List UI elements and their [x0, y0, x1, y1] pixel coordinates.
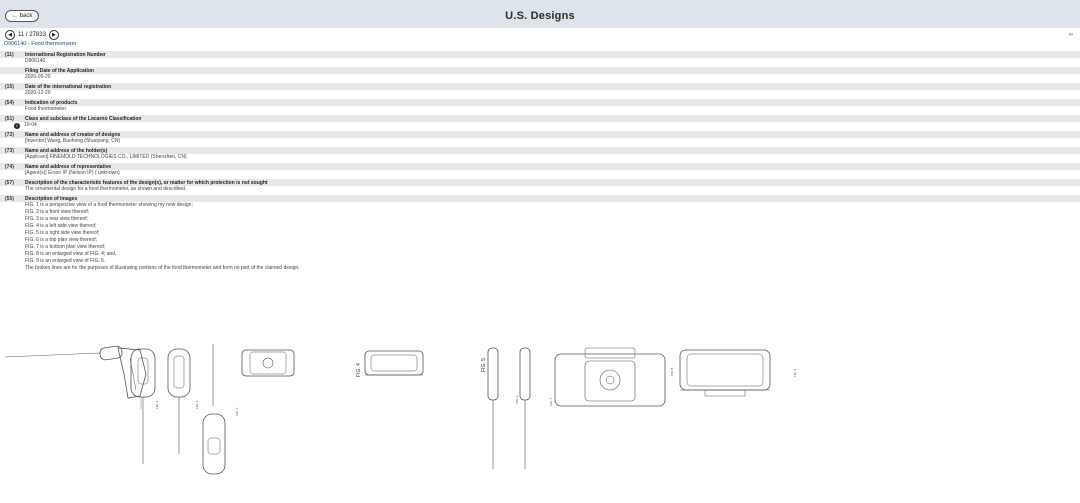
field-code: (57) [5, 179, 14, 186]
field-header: (57) Description of the characteristic fe… [0, 179, 1080, 186]
field-value: 2020-05-20 [25, 74, 51, 80]
field-header: (11) International Registration Number [0, 51, 1080, 58]
figure-label: FIG. 4 [356, 363, 362, 377]
figure-label: FIG. 5 [481, 358, 487, 372]
figure-1-drawing[interactable] [4, 345, 147, 399]
field-label: International Registration Number [25, 51, 106, 58]
figure-4-drawing[interactable] [364, 350, 424, 376]
pager-count: 11 / 27833 [18, 32, 46, 38]
field-filing-date: Filing Date of the Application 2020-05-2… [0, 67, 1080, 81]
figure-8-drawing[interactable] [554, 347, 666, 407]
page-title: U.S. Designs [505, 10, 575, 22]
field-code: (74) [5, 163, 14, 170]
figure-label: FIG. 8 [670, 367, 674, 376]
field-value: D906140 [25, 58, 46, 64]
figure-9-drawing[interactable] [679, 349, 771, 397]
design-drawings: FIG. 2 FIG. 3 FIG. 6 FIG. 4 FIG. 5 FIG. … [0, 344, 1080, 503]
field-label: Date of the international registration [25, 83, 112, 90]
figure-label: FIG. 7 [549, 397, 553, 406]
figure-3-drawing[interactable] [167, 348, 191, 454]
document-link[interactable]: D906140 - Food thermometer [4, 41, 76, 47]
field-code: (72) [5, 131, 14, 138]
image-description-line: FIG. 7 is a bottom plan view thereof; [25, 244, 106, 250]
figure-7-drawing[interactable] [519, 347, 531, 469]
figure-label: FIG. 6 [235, 407, 239, 416]
field-representative: (74) Name and address of representative [… [0, 163, 1080, 177]
field-code: (55) [5, 195, 14, 202]
image-description-list: FIG. 1 is a perspective view of a food t… [0, 202, 1080, 272]
field-label: Indication of products [25, 99, 78, 106]
bibliographic-fields: (11) International Registration Number D9… [0, 51, 1080, 274]
field-code: (51) [5, 115, 14, 122]
field-value: 2020-12-29 [25, 90, 51, 96]
field-value: [Applicant] FINEMOLD TECHNOLOGIES CO., L… [25, 154, 187, 160]
figure-label: FIG. 6 [515, 395, 519, 404]
image-description-line: FIG. 6 is a top plan view thereof; [25, 237, 97, 243]
field-label: Name and address of representative [25, 163, 112, 170]
field-header: Filing Date of the Application [0, 67, 1080, 74]
info-icon[interactable]: i [14, 122, 20, 129]
image-description-line: FIG. 4 is a left side view thereof; [25, 223, 97, 229]
field-value: [Inventor] Wang, Baohong (Shaoyang, CN) [25, 138, 121, 144]
image-description-line: The broken lines are for the purposes of… [25, 265, 300, 271]
figure-6-drawing[interactable] [202, 344, 226, 475]
image-description-line: FIG. 9 is an enlarged view of FIG. 5. [25, 258, 106, 264]
field-registration-number: (11) International Registration Number D9… [0, 51, 1080, 65]
field-label: Name and address of the holder(s) [25, 147, 108, 154]
figure-5-drawing[interactable] [487, 347, 499, 469]
figure-2-drawing[interactable] [130, 348, 156, 464]
field-header: (51) Class and subclass of the Locarno Cl… [0, 115, 1080, 122]
field-label: Class and subclass of the Locarno Classi… [25, 115, 142, 122]
prev-arrow-icon[interactable]: ◀ [5, 30, 15, 40]
field-value: The ornamental design for a food thermom… [25, 186, 187, 192]
external-link-icon[interactable]: ∞ [1069, 32, 1073, 38]
field-creator: (72) Name and address of creator of desig… [0, 131, 1080, 145]
field-value: Food thermometer [25, 106, 67, 112]
field-holder: (73) Name and address of the holder(s) [A… [0, 147, 1080, 161]
next-arrow-icon[interactable]: ▶ [48, 30, 59, 40]
field-header: (74) Name and address of representative [0, 163, 1080, 170]
figure-label: FIG. 3 [195, 400, 199, 409]
field-header: (15) Date of the international registrati… [0, 83, 1080, 90]
image-description-line: FIG. 3 is a rear view thereof; [25, 216, 89, 222]
field-label: Description of images [25, 195, 78, 202]
field-label: Name and address of creator of designs [25, 131, 121, 138]
field-value: i 10-04 [0, 122, 1080, 129]
field-label: Description of the characteristic featur… [25, 179, 268, 186]
field-locarno: (51) Class and subclass of the Locarno Cl… [0, 115, 1080, 129]
field-label: Filing Date of the Application [25, 67, 94, 74]
top-bar: ← back U.S. Designs [0, 0, 1080, 28]
field-header: (72) Name and address of creator of desig… [0, 131, 1080, 138]
image-description-line: FIG. 8 is an enlarged view of FIG. 4; an… [25, 251, 117, 257]
figure-label: FIG. 2 [155, 400, 159, 409]
field-code: (11) [5, 51, 14, 58]
image-description-line: FIG. 2 is a front view thereof; [25, 209, 90, 215]
figure-8-small-drawing[interactable] [241, 349, 295, 377]
image-description-line: FIG. 5 is a right side view thereof; [25, 230, 100, 236]
locarno-class: 10-04 [24, 122, 37, 128]
field-code: (73) [5, 147, 14, 154]
field-code: (15) [5, 83, 14, 90]
field-code: (54) [5, 99, 14, 106]
field-registration-date: (15) Date of the international registrati… [0, 83, 1080, 97]
pager: ◀ 11 / 27833 ▶ [5, 30, 59, 40]
image-description-line: FIG. 1 is a perspective view of a food t… [25, 202, 193, 208]
field-characteristic-features: (57) Description of the characteristic fe… [0, 179, 1080, 193]
field-value: [Agent(s)] Erson IP (Nelson IP) ( unknow… [25, 170, 120, 176]
field-header: (55) Description of images [0, 195, 1080, 202]
field-header: (73) Name and address of the holder(s) [0, 147, 1080, 154]
field-products: (54) Indication of products Food thermome… [0, 99, 1080, 113]
figure-label: FIG. 9 [793, 368, 797, 377]
field-header: (54) Indication of products [0, 99, 1080, 106]
field-images-description: (55) Description of images FIG. 1 is a pe… [0, 195, 1080, 272]
